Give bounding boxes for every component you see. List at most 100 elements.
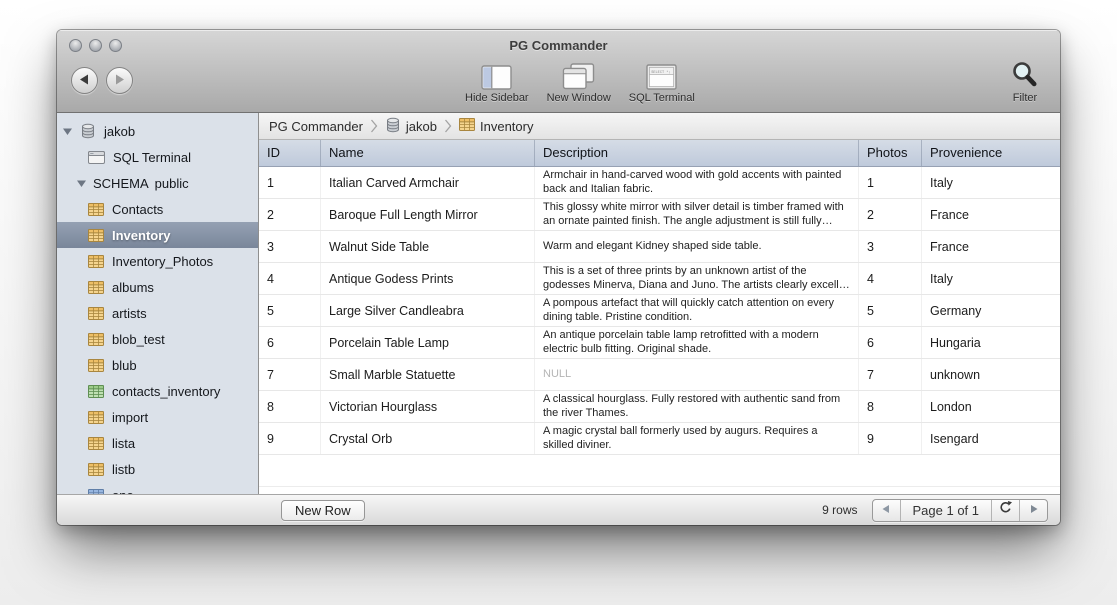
sidebar-item-label: jakob — [104, 124, 135, 139]
sidebar-item-blob-test[interactable]: blob_test — [57, 326, 258, 352]
sidebar-item-listb[interactable]: listb — [57, 456, 258, 482]
table-row[interactable]: 2Baroque Full Length MirrorThis glossy w… — [259, 199, 1060, 231]
cell-photos[interactable]: 5 — [859, 295, 922, 326]
cell-photos[interactable]: 2 — [859, 199, 922, 230]
cell-description[interactable]: Warm and elegant Kidney shaped side tabl… — [535, 231, 859, 262]
cell-photos[interactable]: 6 — [859, 327, 922, 358]
column-header-name[interactable]: Name — [321, 140, 535, 166]
new-window-button[interactable]: New Window — [543, 63, 615, 104]
cell-description[interactable]: NULL — [535, 359, 859, 390]
cell-name[interactable]: Italian Carved Armchair — [321, 167, 535, 198]
cell-provenience[interactable]: Hungaria — [922, 327, 1060, 358]
cell-id[interactable]: 9 — [259, 423, 321, 454]
cell-id[interactable]: 5 — [259, 295, 321, 326]
cell-photos[interactable]: 4 — [859, 263, 922, 294]
table-row[interactable]: 7Small Marble StatuetteNULL7unknown — [259, 359, 1060, 391]
cell-photos[interactable]: 1 — [859, 167, 922, 198]
table-row[interactable]: 5Large Silver CandleabraA pompous artefa… — [259, 295, 1060, 327]
sidebar-item-artists[interactable]: artists — [57, 300, 258, 326]
sidebar-item-contacts[interactable]: Contacts — [57, 196, 258, 222]
table-row[interactable]: 8Victorian HourglassA classical hourglas… — [259, 391, 1060, 423]
cell-id[interactable]: 8 — [259, 391, 321, 422]
sidebar-item-import[interactable]: import — [57, 404, 258, 430]
history-navigation — [71, 67, 133, 94]
cell-description[interactable]: A classical hourglass. Fully restored wi… — [535, 391, 859, 422]
new-row-button[interactable]: New Row — [281, 500, 365, 521]
sidebar-item-lista[interactable]: lista — [57, 430, 258, 456]
sidebar-item-public[interactable]: SCHEMApublic — [57, 170, 258, 196]
cell-photos[interactable]: 9 — [859, 423, 922, 454]
sidebar-item-one[interactable]: one — [57, 482, 258, 494]
hide-sidebar-label: Hide Sidebar — [465, 92, 529, 104]
sidebar-item-blub[interactable]: blub — [57, 352, 258, 378]
table-icon — [88, 463, 104, 476]
cell-description[interactable]: An antique porcelain table lamp retrofit… — [535, 327, 859, 358]
cell-provenience[interactable]: Italy — [922, 263, 1060, 294]
column-header-provenience[interactable]: Provenience — [922, 140, 1060, 166]
disclosure-triangle-icon[interactable] — [77, 179, 86, 188]
cell-photos[interactable]: 8 — [859, 391, 922, 422]
cell-id[interactable]: 2 — [259, 199, 321, 230]
table-row[interactable]: 6Porcelain Table LampAn antique porcelai… — [259, 327, 1060, 359]
hide-sidebar-button[interactable]: Hide Sidebar — [461, 63, 533, 104]
cell-name[interactable]: Large Silver Candleabra — [321, 295, 535, 326]
cell-id[interactable]: 4 — [259, 263, 321, 294]
previous-page-button[interactable] — [873, 500, 900, 521]
sidebar-item-albums[interactable]: albums — [57, 274, 258, 300]
filter-button[interactable]: Filter — [1006, 63, 1044, 104]
cell-photos[interactable]: 7 — [859, 359, 922, 390]
refresh-button[interactable] — [991, 500, 1019, 521]
breadcrumb-item-app[interactable]: PG Commander — [269, 119, 363, 134]
cell-description[interactable]: A magic crystal ball formerly used by au… — [535, 423, 859, 454]
cell-provenience[interactable]: France — [922, 231, 1060, 262]
refresh-icon — [999, 501, 1012, 519]
forward-button[interactable] — [106, 67, 133, 94]
breadcrumb-item-database[interactable]: jakob — [385, 117, 437, 136]
cell-provenience[interactable]: Italy — [922, 167, 1060, 198]
cell-description[interactable]: This glossy white mirror with silver det… — [535, 199, 859, 230]
cell-description[interactable]: Armchair in hand-carved wood with gold a… — [535, 167, 859, 198]
cell-name[interactable]: Crystal Orb — [321, 423, 535, 454]
app-window: PG Commander Hide Sidebar New Window SEL… — [57, 30, 1060, 525]
sidebar-item-inventory-photos[interactable]: Inventory_Photos — [57, 248, 258, 274]
cell-name[interactable]: Antique Godess Prints — [321, 263, 535, 294]
filter-label: Filter — [1013, 92, 1037, 104]
sidebar-item-contacts-inventory[interactable]: contacts_inventory — [57, 378, 258, 404]
sidebar-item-inventory[interactable]: Inventory — [57, 222, 258, 248]
cell-provenience[interactable]: London — [922, 391, 1060, 422]
cell-description[interactable]: A pompous artefact that will quickly cat… — [535, 295, 859, 326]
cell-provenience[interactable]: France — [922, 199, 1060, 230]
table-row[interactable]: 4Antique Godess PrintsThis is a set of t… — [259, 263, 1060, 295]
cell-provenience[interactable]: unknown — [922, 359, 1060, 390]
cell-id[interactable]: 1 — [259, 167, 321, 198]
cell-description[interactable]: This is a set of three prints by an unkn… — [535, 263, 859, 294]
cell-name[interactable]: Baroque Full Length Mirror — [321, 199, 535, 230]
cell-provenience[interactable]: Isengard — [922, 423, 1060, 454]
table-row[interactable]: 1Italian Carved ArmchairArmchair in hand… — [259, 167, 1060, 199]
breadcrumb-item-table[interactable]: Inventory — [459, 118, 533, 134]
cell-provenience[interactable]: Germany — [922, 295, 1060, 326]
cell-photos[interactable]: 3 — [859, 231, 922, 262]
breadcrumb-table-label: Inventory — [480, 119, 533, 134]
cell-name[interactable]: Victorian Hourglass — [321, 391, 535, 422]
column-header-photos[interactable]: Photos — [859, 140, 922, 166]
disclosure-triangle-icon[interactable] — [63, 127, 72, 136]
cell-id[interactable]: 7 — [259, 359, 321, 390]
cell-name[interactable]: Walnut Side Table — [321, 231, 535, 262]
cell-name[interactable]: Porcelain Table Lamp — [321, 327, 535, 358]
sql-terminal-button[interactable]: SELECT *; SQL Terminal — [625, 63, 699, 104]
next-page-button[interactable] — [1019, 500, 1047, 521]
sidebar-item-jakob[interactable]: jakob — [57, 118, 258, 144]
table-row[interactable]: 9Crystal OrbA magic crystal ball formerl… — [259, 423, 1060, 455]
cell-id[interactable]: 3 — [259, 231, 321, 262]
cell-id[interactable]: 6 — [259, 327, 321, 358]
column-header-description[interactable]: Description — [535, 140, 859, 166]
page-next-icon — [1029, 501, 1039, 519]
sidebar-item-sql-terminal[interactable]: SQL Terminal — [57, 144, 258, 170]
back-button[interactable] — [71, 67, 98, 94]
breadcrumb: PG Commander jakob Inventory — [259, 113, 1060, 140]
cell-name[interactable]: Small Marble Statuette — [321, 359, 535, 390]
table-row[interactable]: 3Walnut Side TableWarm and elegant Kidne… — [259, 231, 1060, 263]
column-header-id[interactable]: ID — [259, 140, 321, 166]
table-icon — [459, 118, 475, 134]
